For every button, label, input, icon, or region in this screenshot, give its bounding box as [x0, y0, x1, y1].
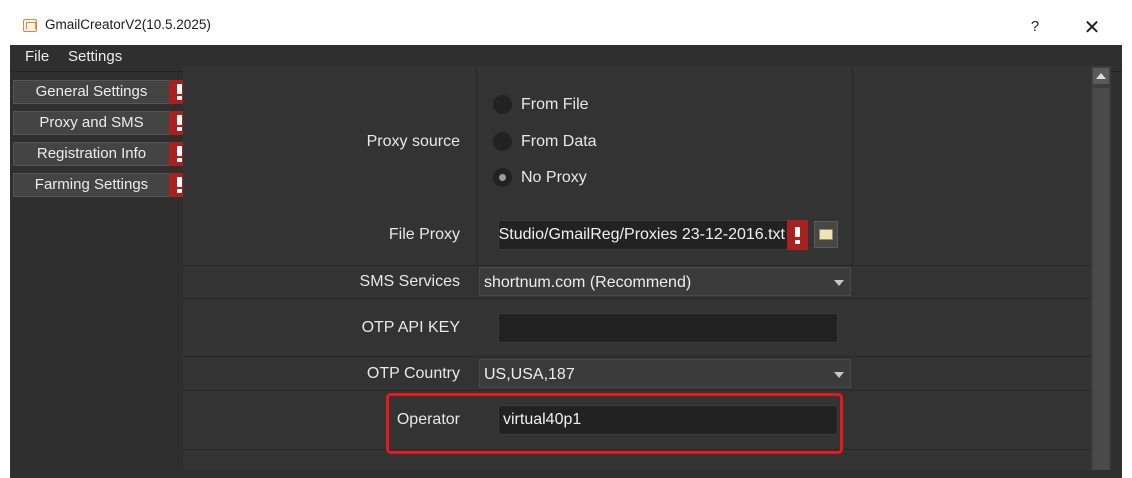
- sidebar-item-label: Registration Info: [36, 145, 147, 162]
- sms-services-label: SMS Services: [359, 273, 460, 290]
- sms-services-select[interactable]: shortnum.com (Recommend): [479, 267, 851, 296]
- radio-no-proxy-label: No Proxy: [521, 169, 587, 186]
- menu-file[interactable]: File: [25, 48, 49, 65]
- radio-from-file-label: From File: [521, 96, 589, 113]
- help-button[interactable]: ?: [1015, 8, 1055, 45]
- otp-country-label: OTP Country: [366, 365, 460, 382]
- sidebar-item-label: Proxy and SMS: [39, 114, 144, 131]
- column-divider: [476, 66, 477, 265]
- browse-file-button[interactable]: [814, 221, 838, 248]
- sidebar-item-general-settings[interactable]: General Settings: [13, 80, 191, 104]
- file-proxy-warning-icon: [787, 220, 808, 250]
- sidebar-item-label: Farming Settings: [34, 176, 149, 193]
- folder-icon: [819, 229, 833, 240]
- window-title: GmailCreatorV2(10.5.2025): [45, 17, 211, 32]
- close-icon[interactable]: ✕: [1070, 8, 1114, 45]
- menu-settings[interactable]: Settings: [68, 48, 122, 65]
- otp-country-select[interactable]: US,USA,187: [479, 359, 851, 388]
- highlight-box: [386, 393, 843, 454]
- row-divider: [183, 356, 1091, 357]
- file-proxy-value: G:/Studio/GmailReg/Proxies 23-12-2016.tx…: [498, 226, 785, 243]
- file-proxy-input[interactable]: G:/Studio/GmailReg/Proxies 23-12-2016.tx…: [498, 220, 790, 250]
- radio-no-proxy[interactable]: [493, 168, 512, 187]
- sidebar-item-label: General Settings: [35, 83, 148, 100]
- row-divider: [183, 298, 1091, 299]
- radio-from-data-label: From Data: [521, 133, 597, 150]
- chevron-down-icon: [834, 280, 844, 286]
- row-divider: [183, 265, 1091, 266]
- scrollbar-thumb[interactable]: [1093, 88, 1109, 470]
- file-proxy-label: File Proxy: [388, 226, 460, 243]
- otp-api-key-label: OTP API KEY: [361, 319, 460, 336]
- otp-api-key-input[interactable]: [498, 313, 838, 343]
- column-divider: [852, 66, 853, 265]
- radio-from-file[interactable]: [493, 95, 512, 114]
- chevron-up-icon: [1096, 73, 1106, 79]
- sidebar-item-registration-info[interactable]: Registration Info: [13, 142, 191, 166]
- sidebar-item-proxy-and-sms[interactable]: Proxy and SMS: [13, 111, 191, 135]
- proxy-source-label: Proxy source: [366, 133, 460, 150]
- otp-country-value: US,USA,187: [484, 366, 575, 383]
- radio-from-data[interactable]: [493, 132, 512, 151]
- row-divider: [183, 390, 1091, 391]
- app-icon: [23, 19, 37, 32]
- chevron-down-icon: [834, 372, 844, 378]
- sms-services-value: shortnum.com (Recommend): [484, 274, 692, 291]
- sidebar-item-farming-settings[interactable]: Farming Settings: [13, 173, 191, 197]
- title-bar: GmailCreatorV2(10.5.2025) ? ✕: [10, 8, 1122, 45]
